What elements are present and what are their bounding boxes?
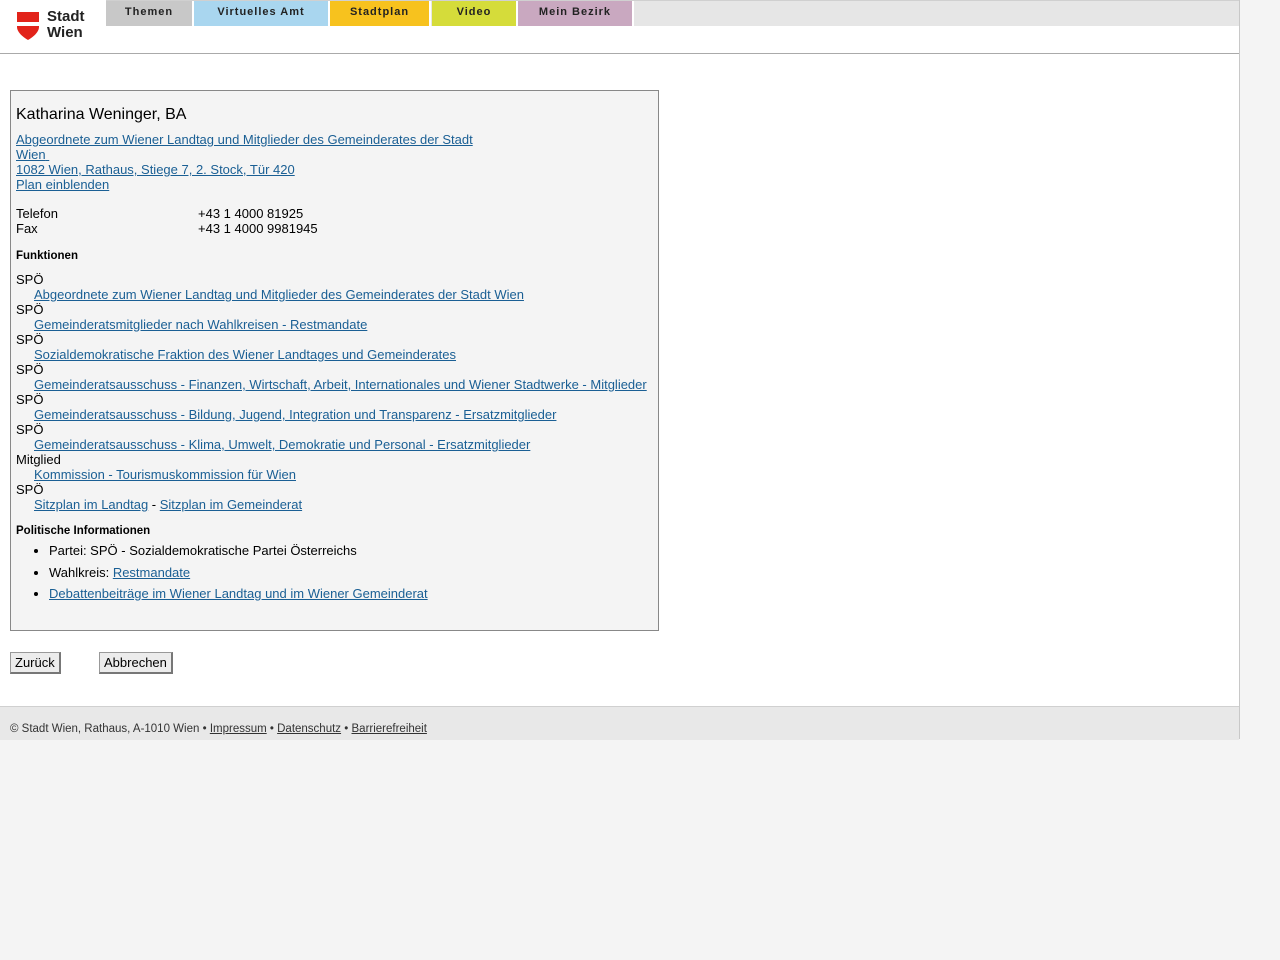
address-block: Abgeordnete zum Wiener Landtag und Mitgl…: [16, 132, 496, 192]
function-link[interactable]: Sozialdemokratische Fraktion des Wiener …: [34, 347, 456, 362]
function-link[interactable]: Gemeinderatsausschuss - Finanzen, Wirtsc…: [34, 377, 647, 392]
seat-separator: -: [148, 497, 160, 512]
phone-value: +43 1 4000 81925: [198, 206, 304, 221]
function-link[interactable]: Gemeinderatsmitglieder nach Wahlkreisen …: [34, 317, 367, 332]
function-role: Mitglied: [16, 452, 61, 467]
function-link[interactable]: Gemeinderatsausschuss - Bildung, Jugend,…: [34, 407, 556, 422]
logo-text: Stadt Wien: [47, 8, 85, 41]
district-item: Wahlkreis: Restmandate: [49, 565, 616, 580]
phone-label: Telefon: [16, 206, 58, 221]
party-item: Partei: SPÖ - Sozialdemokratische Partei…: [49, 543, 616, 558]
nav-tab-video[interactable]: Video: [432, 1, 518, 26]
fax-label: Fax: [16, 221, 38, 236]
seatplan-gemeinderat-link[interactable]: Sitzplan im Gemeinderat: [160, 497, 302, 512]
contact-card: Katharina Weninger, BA Abgeordnete zum W…: [10, 90, 659, 631]
footer-separator: •: [344, 723, 349, 735]
debates-link[interactable]: Debattenbeiträge im Wiener Landtag und i…: [49, 586, 428, 601]
district-link[interactable]: Restmandate: [113, 565, 190, 580]
nav-tab-mein-bezirk[interactable]: Mein Bezirk: [518, 1, 634, 26]
function-role: SPÖ: [16, 362, 44, 377]
debates-item: Debattenbeiträge im Wiener Landtag und i…: [49, 586, 616, 601]
footer-separator: •: [269, 723, 274, 735]
show-map-link[interactable]: Plan einblenden: [16, 177, 496, 192]
political-info: Partei: SPÖ - Sozialdemokratische Partei…: [16, 543, 616, 608]
function-role: SPÖ: [16, 422, 44, 437]
contact-info: Telefon +43 1 4000 81925 Fax +43 1 4000 …: [16, 206, 416, 236]
address-link[interactable]: 1082 Wien, Rathaus, Stiege 7, 2. Stock, …: [16, 162, 496, 177]
political-title: Politische Informationen: [16, 525, 151, 537]
stadt-wien-logo[interactable]: Stadt Wien: [16, 9, 92, 43]
seat-role: SPÖ: [16, 482, 44, 497]
fax-value: +43 1 4000 9981945: [198, 221, 318, 236]
nav-tab-themen[interactable]: Themen: [106, 1, 194, 26]
person-name: Katharina Weninger, BA: [16, 106, 187, 123]
impressum-link[interactable]: Impressum: [210, 723, 267, 735]
nav-tab-stadtplan[interactable]: Stadtplan: [330, 1, 431, 26]
seatplan-landtag-link[interactable]: Sitzplan im Landtag: [34, 497, 148, 512]
header: Stadt Wien Themen Virtuelles Amt Stadtpl…: [0, 0, 1239, 54]
org-link[interactable]: Abgeordnete zum Wiener Landtag und Mitgl…: [16, 132, 496, 162]
functions-title: Funktionen: [16, 250, 78, 262]
copyright: © Stadt Wien, Rathaus, A-1010 Wien •: [10, 723, 207, 735]
shield-icon: [16, 12, 40, 40]
barrierefreiheit-link[interactable]: Barrierefreiheit: [352, 723, 427, 735]
footer: © Stadt Wien, Rathaus, A-1010 Wien • Imp…: [0, 706, 1239, 740]
function-link[interactable]: Kommission - Tourismuskommission für Wie…: [34, 467, 296, 482]
footer-text: © Stadt Wien, Rathaus, A-1010 Wien • Imp…: [10, 723, 427, 735]
cancel-button[interactable]: Abbrechen: [99, 652, 173, 674]
back-button[interactable]: Zurück: [10, 652, 61, 674]
function-link[interactable]: Abgeordnete zum Wiener Landtag und Mitgl…: [34, 287, 524, 302]
phone-row: Telefon +43 1 4000 81925: [16, 206, 416, 221]
fax-row: Fax +43 1 4000 9981945: [16, 221, 416, 236]
page: Stadt Wien Themen Virtuelles Amt Stadtpl…: [0, 0, 1240, 740]
function-role: SPÖ: [16, 302, 44, 317]
functions-list: SPÖ Abgeordnete zum Wiener Landtag und M…: [16, 272, 656, 512]
function-role: SPÖ: [16, 332, 44, 347]
function-link[interactable]: Gemeinderatsausschuss - Klima, Umwelt, D…: [34, 437, 530, 452]
nav-tab-virtuelles-amt[interactable]: Virtuelles Amt: [194, 1, 330, 26]
datenschutz-link[interactable]: Datenschutz: [277, 723, 341, 735]
function-role: SPÖ: [16, 392, 44, 407]
function-role: SPÖ: [16, 272, 44, 287]
main-nav: Themen Virtuelles Amt Stadtplan Video Me…: [106, 0, 1239, 26]
